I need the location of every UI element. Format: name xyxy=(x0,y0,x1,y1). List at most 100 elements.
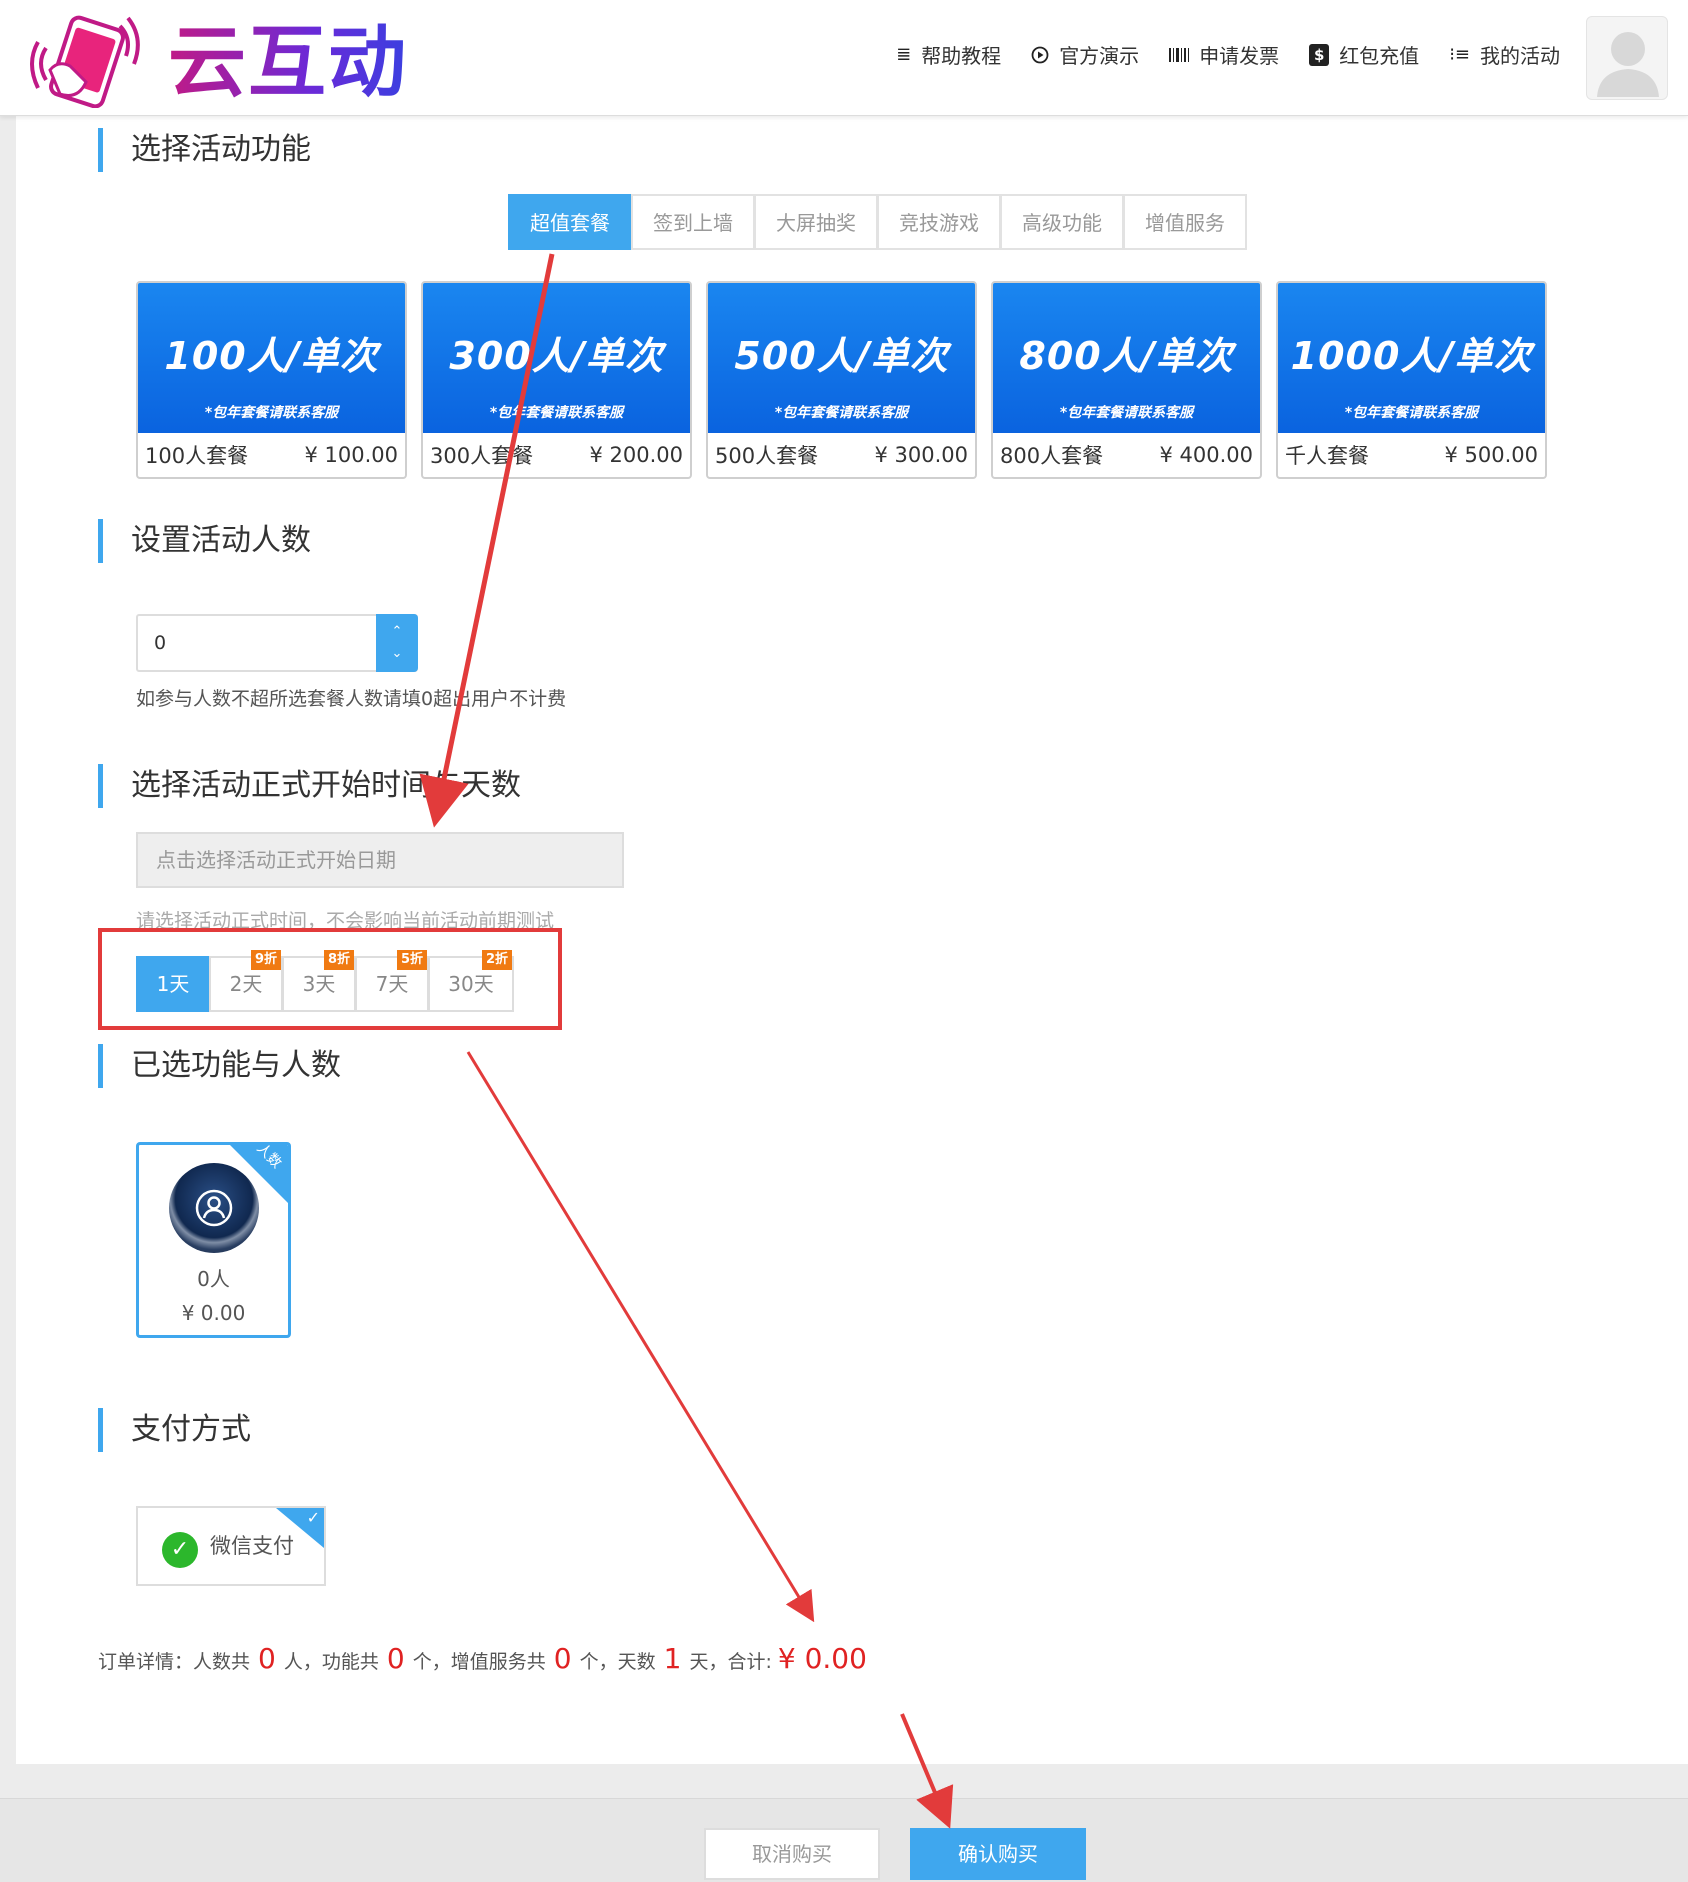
package-banner: 500人/单次 *包年套餐请联系客服 xyxy=(708,283,975,433)
nav-help[interactable]: ≣ 帮助教程 xyxy=(896,40,1001,69)
nav-invoice-label: 申请发票 xyxy=(1199,44,1280,68)
day-label: 2天 xyxy=(229,972,263,996)
package-card-1000[interactable]: 1000人/单次 *包年套餐请联系客服 千人套餐 ¥ 500.00 xyxy=(1276,281,1547,479)
cancel-purchase-button[interactable]: 取消购买 xyxy=(704,1828,880,1880)
user-circle-icon xyxy=(169,1163,259,1253)
package-banner-title: 1000人/单次 xyxy=(1290,334,1533,378)
play-circle-icon xyxy=(1031,46,1049,64)
tab-checkin-wall[interactable]: 签到上墙 xyxy=(631,194,755,250)
payment-method-label: 微信支付 xyxy=(210,1534,294,1558)
package-banner-note: *包年套餐请联系客服 xyxy=(489,405,624,421)
package-price: ¥ 200.00 xyxy=(589,443,683,467)
nav-my-activities[interactable]: ⁝≡ 我的活动 xyxy=(1449,40,1560,69)
section-title-people: 设置活动人数 xyxy=(98,519,311,563)
package-price: ¥ 300.00 xyxy=(874,443,968,467)
order-vas-unit: 个， xyxy=(579,1651,618,1673)
people-count-value[interactable]: 0 xyxy=(154,616,166,670)
section-title-payment: 支付方式 xyxy=(98,1408,251,1452)
day-options: 1天 2天 9折 3天 8折 7天 5折 30天 2折 xyxy=(136,950,514,1012)
tab-advanced[interactable]: 高级功能 xyxy=(1000,194,1124,250)
tab-competitive-games[interactable]: 竞技游戏 xyxy=(877,194,1001,250)
day-label: 3天 xyxy=(302,972,336,996)
package-name: 800人套餐 xyxy=(1000,444,1104,468)
package-footer: 500人套餐 ¥ 300.00 xyxy=(708,433,975,477)
order-total-prefix: 合计: xyxy=(727,1651,772,1673)
list-icon: ≣ xyxy=(896,44,912,65)
package-footer: 800人套餐 ¥ 400.00 xyxy=(993,433,1260,477)
selected-people-count: 0人 xyxy=(197,1267,230,1291)
package-card-300[interactable]: 300人/单次 *包年套餐请联系客服 300人套餐 ¥ 200.00 xyxy=(421,281,692,479)
brand-logo[interactable]: 云互动 xyxy=(28,8,409,109)
day-option-3[interactable]: 3天 8折 xyxy=(282,950,356,1012)
order-days-prefix: 天数 xyxy=(617,1651,656,1673)
discount-badge: 5折 xyxy=(396,950,427,970)
section-title-time: 选择活动正式开始时间与天数 xyxy=(98,764,521,808)
user-avatar[interactable] xyxy=(1586,16,1668,100)
function-tabs: 超值套餐 签到上墙 大屏抽奖 竞技游戏 高级功能 增值服务 xyxy=(508,194,1247,250)
stepper-buttons: ⌃ ⌄ xyxy=(376,614,418,672)
package-banner-title: 500人/单次 xyxy=(734,334,949,378)
check-icon: ✓ xyxy=(306,1508,320,1527)
stepper-up-icon[interactable]: ⌃ xyxy=(392,621,403,643)
order-vas-count: 0 xyxy=(553,1642,572,1675)
phone-logo-icon xyxy=(30,15,140,109)
wechat-check-icon: ✓ xyxy=(162,1532,198,1568)
package-banner-note: *包年套餐请联系客服 xyxy=(1059,405,1194,421)
confirm-purchase-button[interactable]: 确认购买 xyxy=(910,1828,1086,1880)
section-title-selected: 已选功能与人数 xyxy=(98,1044,341,1088)
discount-badge: 9折 xyxy=(250,950,281,970)
nav-recharge[interactable]: $ 红包充值 xyxy=(1309,40,1419,69)
package-banner-note: *包年套餐请联系客服 xyxy=(774,405,909,421)
package-card-800[interactable]: 800人/单次 *包年套餐请联系客服 800人套餐 ¥ 400.00 xyxy=(991,281,1262,479)
package-price: ¥ 500.00 xyxy=(1444,443,1538,467)
discount-badge: 2折 xyxy=(481,950,512,970)
package-banner-title: 800人/单次 xyxy=(1019,334,1234,378)
nav-invoice[interactable]: 申请发票 xyxy=(1169,40,1279,69)
brand-name: 云互动 xyxy=(168,18,409,108)
stepper-down-icon[interactable]: ⌄ xyxy=(392,643,403,665)
package-banner: 800人/单次 *包年套餐请联系客服 xyxy=(993,283,1260,433)
day-option-30[interactable]: 30天 2折 xyxy=(428,950,514,1012)
start-date-input[interactable]: 点击选择活动正式开始日期 xyxy=(136,832,624,888)
package-card-100[interactable]: 100人/单次 *包年套餐请联系客服 100人套餐 ¥ 100.00 xyxy=(136,281,407,479)
package-banner-title: 300人/单次 xyxy=(449,334,664,378)
package-banner-note: *包年套餐请联系客服 xyxy=(1344,405,1479,421)
top-nav: ≣ 帮助教程 官方演示 申请发票 $ 红包充值 ⁝≡ 我的活动 xyxy=(896,40,1560,69)
day-label: 1天 xyxy=(156,972,190,996)
order-days-unit: 天， xyxy=(689,1651,728,1673)
day-option-1[interactable]: 1天 xyxy=(136,956,210,1012)
nav-my-activities-label: 我的活动 xyxy=(1480,44,1560,68)
day-option-2[interactable]: 2天 9折 xyxy=(209,950,283,1012)
package-name: 100人套餐 xyxy=(145,444,249,468)
package-card-500[interactable]: 500人/单次 *包年套餐请联系客服 500人套餐 ¥ 300.00 xyxy=(706,281,977,479)
order-people-prefix: 人数共 xyxy=(193,1651,251,1673)
day-label: 7天 xyxy=(375,972,409,996)
nav-recharge-label: 红包充值 xyxy=(1339,44,1420,68)
package-name: 500人套餐 xyxy=(715,444,819,468)
order-days-count: 1 xyxy=(663,1642,682,1675)
nav-help-label: 帮助教程 xyxy=(921,44,1002,68)
tab-value-added[interactable]: 增值服务 xyxy=(1123,194,1247,250)
selected-people-card[interactable]: 人数 0人 ¥ 0.00 xyxy=(136,1142,291,1338)
discount-badge: 8折 xyxy=(323,950,354,970)
order-func-unit: 个， xyxy=(412,1651,451,1673)
package-price: ¥ 100.00 xyxy=(304,443,398,467)
package-name: 千人套餐 xyxy=(1285,444,1369,468)
tab-value-package[interactable]: 超值套餐 xyxy=(508,194,632,250)
tab-screen-lottery[interactable]: 大屏抽奖 xyxy=(754,194,878,250)
order-func-count: 0 xyxy=(386,1642,405,1675)
order-func-prefix: 功能共 xyxy=(321,1651,379,1673)
nav-demo-label: 官方演示 xyxy=(1059,44,1140,68)
day-label: 30天 xyxy=(448,972,494,996)
section-title-functions: 选择活动功能 xyxy=(98,128,311,172)
payment-wechat-option[interactable]: ✓ ✓ 微信支付 xyxy=(136,1506,326,1586)
day-option-7[interactable]: 7天 5折 xyxy=(355,950,429,1012)
package-footer: 300人套餐 ¥ 200.00 xyxy=(423,433,690,477)
package-banner: 100人/单次 *包年套餐请联系客服 xyxy=(138,283,405,433)
order-people-unit: 人， xyxy=(283,1651,322,1673)
people-count-stepper[interactable]: 0 ⌃ ⌄ xyxy=(136,614,418,672)
package-banner-title: 100人/单次 xyxy=(164,334,379,378)
barcode-icon xyxy=(1169,47,1190,62)
package-banner: 300人/单次 *包年套餐请联系客服 xyxy=(423,283,690,433)
nav-demo[interactable]: 官方演示 xyxy=(1031,40,1139,69)
